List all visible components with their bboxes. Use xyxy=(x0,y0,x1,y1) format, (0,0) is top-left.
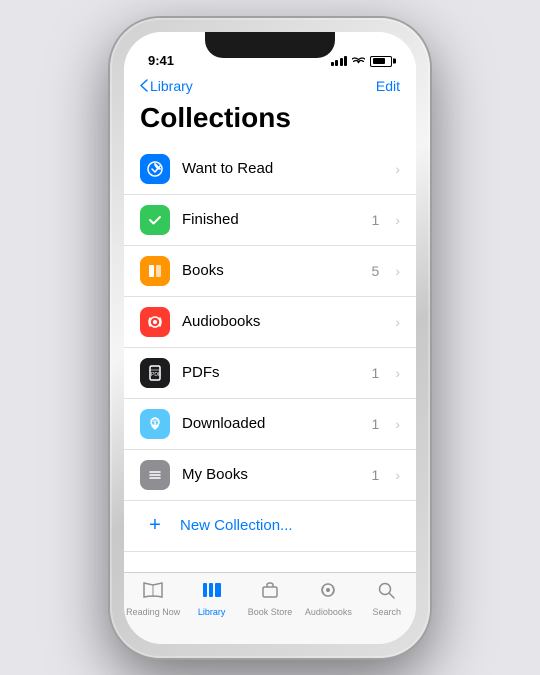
svg-text:PDF: PDF xyxy=(151,372,161,378)
phone-wrapper: 9:41 xyxy=(110,18,430,658)
collection-name-want-to-read: Want to Read xyxy=(182,160,367,177)
audiobooks-tab-label: Audiobooks xyxy=(305,607,352,617)
chevron-my-books: › xyxy=(395,467,400,483)
tab-book-store[interactable]: Book Store xyxy=(241,581,299,617)
battery-icon xyxy=(370,56,392,67)
collection-item-want-to-read[interactable]: Want to Read › xyxy=(124,144,416,195)
page-title: Collections xyxy=(124,102,416,144)
books-icon xyxy=(140,256,170,286)
downloaded-icon xyxy=(140,409,170,439)
phone-screen: 9:41 xyxy=(124,32,416,644)
collection-item-finished[interactable]: Finished 1 › xyxy=(124,195,416,246)
collection-count-downloaded: 1 xyxy=(372,416,380,432)
my-books-icon xyxy=(140,460,170,490)
audiobooks-tab-icon xyxy=(317,581,339,605)
search-tab-icon xyxy=(376,581,398,605)
notch xyxy=(205,32,335,58)
chevron-want-to-read: › xyxy=(395,161,400,177)
collections-list: Want to Read › Finished 1 › xyxy=(124,144,416,572)
collection-count-pdfs: 1 xyxy=(372,365,380,381)
book-store-icon xyxy=(259,581,281,605)
chevron-books: › xyxy=(395,263,400,279)
tab-search[interactable]: Search xyxy=(358,581,416,617)
collection-item-downloaded[interactable]: Downloaded 1 › xyxy=(124,399,416,450)
collection-name-pdfs: PDFs xyxy=(182,364,360,381)
collection-item-audiobooks[interactable]: Audiobooks › xyxy=(124,297,416,348)
collection-name-audiobooks: Audiobooks xyxy=(182,313,367,330)
finished-icon xyxy=(140,205,170,235)
collection-count-my-books: 1 xyxy=(372,467,380,483)
collection-count-finished: 1 xyxy=(372,212,380,228)
audiobooks-icon xyxy=(140,307,170,337)
collection-name-downloaded: Downloaded xyxy=(182,415,360,432)
chevron-downloaded: › xyxy=(395,416,400,432)
edit-button[interactable]: Edit xyxy=(376,78,400,94)
collection-item-books[interactable]: Books 5 › xyxy=(124,246,416,297)
want-to-read-icon xyxy=(140,154,170,184)
new-collection-item[interactable]: + New Collection... xyxy=(124,501,416,552)
collection-item-my-books[interactable]: My Books 1 › xyxy=(124,450,416,501)
tab-reading-now[interactable]: Reading Now xyxy=(124,581,182,617)
signal-bars-icon xyxy=(331,56,348,66)
collection-item-pdfs[interactable]: PDF PDFs 1 › xyxy=(124,348,416,399)
back-label: Library xyxy=(150,78,193,94)
chevron-audiobooks: › xyxy=(395,314,400,330)
chevron-pdfs: › xyxy=(395,365,400,381)
library-icon xyxy=(201,581,223,605)
library-label: Library xyxy=(198,607,226,617)
back-button[interactable]: Library xyxy=(140,78,193,94)
collection-name-my-books: My Books xyxy=(182,466,360,483)
collection-count-books: 5 xyxy=(372,263,380,279)
reading-now-label: Reading Now xyxy=(126,607,180,617)
status-time: 9:41 xyxy=(148,53,174,68)
book-store-label: Book Store xyxy=(248,607,293,617)
new-collection-label: New Collection... xyxy=(180,517,293,534)
tab-audiobooks[interactable]: Audiobooks xyxy=(299,581,357,617)
status-icons xyxy=(331,55,393,68)
plus-icon: + xyxy=(140,511,170,541)
collection-name-finished: Finished xyxy=(182,211,360,228)
nav-bar: Library Edit xyxy=(124,74,416,102)
chevron-finished: › xyxy=(395,212,400,228)
tab-library[interactable]: Library xyxy=(182,581,240,617)
reading-now-icon xyxy=(142,581,164,605)
search-label: Search xyxy=(372,607,401,617)
phone-frame: 9:41 xyxy=(110,18,430,658)
wifi-icon xyxy=(352,55,365,68)
pdfs-icon: PDF xyxy=(140,358,170,388)
empty-rows xyxy=(124,552,416,572)
tab-bar: Reading Now Library xyxy=(124,572,416,644)
collection-name-books: Books xyxy=(182,262,360,279)
